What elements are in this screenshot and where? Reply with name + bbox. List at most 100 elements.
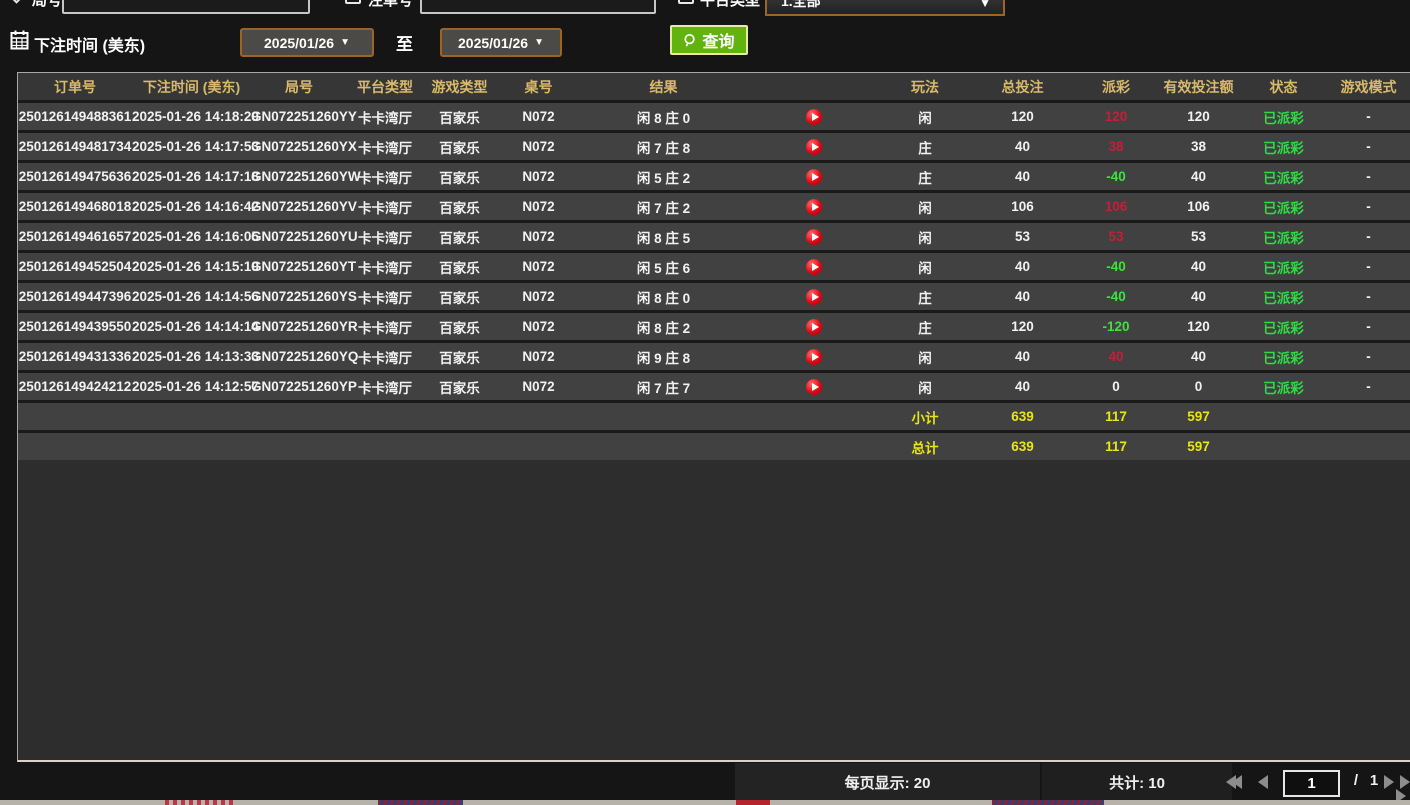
cell-table_no: N072 <box>496 349 581 364</box>
table-row: 2501261494473962025-01-26 14:14:56GN0722… <box>18 283 1410 310</box>
cell-game: 百家乐 <box>423 137 496 157</box>
play-video-icon[interactable] <box>746 108 881 124</box>
cell-valid: 38 <box>1156 139 1241 154</box>
cell-platform: 卡卡湾厅 <box>347 137 423 157</box>
cell-mode: - <box>1326 109 1410 124</box>
cell-time: 2025-01-26 14:14:56 <box>132 289 251 304</box>
cell-status: 已派彩 <box>1241 197 1326 217</box>
cell-mode: - <box>1326 319 1410 334</box>
cell-mode: - <box>1326 139 1410 154</box>
cell-result: 闲 8 庄 0 <box>581 287 746 307</box>
cell-result: 闲 8 庄 2 <box>581 317 746 337</box>
cell-total: 53 <box>969 229 1076 244</box>
cell-valid: 120 <box>1156 109 1241 124</box>
cell-round: GN072251260YX <box>251 139 347 154</box>
cell-round: GN072251260YQ <box>251 349 347 364</box>
cell-mode: - <box>1326 379 1410 394</box>
play-video-icon[interactable] <box>746 288 881 304</box>
cell-platform: 卡卡湾厅 <box>347 347 423 367</box>
table-row: 2501261494680182025-01-26 14:16:42GN0722… <box>18 193 1410 220</box>
cell-total: 40 <box>969 259 1076 274</box>
cell-table_no: N072 <box>496 229 581 244</box>
list-icon <box>678 0 694 4</box>
subtotal-row-payout: 117 <box>1076 409 1156 424</box>
cell-mode: - <box>1326 229 1410 244</box>
table-row: 2501261494525042025-01-26 14:15:19GN0722… <box>18 253 1410 280</box>
column-header: 有效投注额 <box>1156 77 1241 97</box>
cell-play: 闲 <box>881 257 969 277</box>
cell-round: GN072251260YV <box>251 199 347 214</box>
chevron-down-icon: ▼ <box>534 37 544 48</box>
cell-order: 250126149431336 <box>18 349 132 364</box>
cell-total: 120 <box>969 109 1076 124</box>
play-video-icon[interactable] <box>746 168 881 184</box>
cell-valid: 40 <box>1156 259 1241 274</box>
play-video-icon[interactable] <box>746 228 881 244</box>
prev-page-icon[interactable] <box>1258 775 1268 789</box>
play-video-icon[interactable] <box>746 318 881 334</box>
chevron-down-icon: ▼ <box>979 0 991 10</box>
cell-time: 2025-01-26 14:16:42 <box>132 199 251 214</box>
play-video-icon[interactable] <box>746 258 881 274</box>
cell-status: 已派彩 <box>1241 227 1326 247</box>
column-header: 结果 <box>581 77 746 97</box>
column-header: 总投注 <box>969 77 1076 97</box>
play-video-icon[interactable] <box>746 348 881 364</box>
table-row: 2501261494616572025-01-26 14:16:05GN0722… <box>18 223 1410 250</box>
table-body: 2501261494883612025-01-26 14:18:29GN0722… <box>18 103 1410 460</box>
cell-time: 2025-01-26 14:13:33 <box>132 349 251 364</box>
table-row: 2501261494756362025-01-26 14:17:18GN0722… <box>18 163 1410 190</box>
cell-play: 闲 <box>881 227 969 247</box>
round-number-input[interactable] <box>62 0 310 14</box>
first-page-icon[interactable] <box>1226 775 1242 789</box>
cell-result: 闲 9 庄 8 <box>581 347 746 367</box>
cell-payout: 0 <box>1076 379 1156 394</box>
column-header: 平台类型 <box>347 77 423 97</box>
list-icon <box>345 0 361 4</box>
cell-total: 40 <box>969 349 1076 364</box>
date-to-picker[interactable]: 2025/01/26 ▼ <box>440 28 562 57</box>
magnifier-icon <box>683 33 698 48</box>
search-button-label: 查询 <box>702 28 734 52</box>
cell-valid: 40 <box>1156 349 1241 364</box>
play-video-icon[interactable] <box>746 198 881 214</box>
date-from-picker[interactable]: 2025/01/26 ▼ <box>240 28 374 57</box>
cell-payout: -120 <box>1076 319 1156 334</box>
date-to-value: 2025/01/26 <box>458 35 528 51</box>
cell-time: 2025-01-26 14:12:57 <box>132 379 251 394</box>
cell-payout: 120 <box>1076 109 1156 124</box>
bet-history-window: 局号 注单号 平台类型 1.全部 ▼ 下注时间 (美东) 2025/01/26 … <box>0 0 1410 805</box>
bet-id-input[interactable] <box>420 0 656 14</box>
platform-type-select[interactable]: 1.全部 ▼ <box>765 0 1005 16</box>
next-page-icon[interactable] <box>1384 775 1394 789</box>
cell-time: 2025-01-26 14:16:05 <box>132 229 251 244</box>
grand-total-row-label: 总计 <box>881 437 969 457</box>
cell-platform: 卡卡湾厅 <box>347 107 423 127</box>
cell-status: 已派彩 <box>1241 347 1326 367</box>
chevron-down-icon: ▼ <box>340 37 350 48</box>
cell-round: GN072251260YT <box>251 259 347 274</box>
cell-valid: 53 <box>1156 229 1241 244</box>
background-edge-strip <box>0 800 1410 805</box>
table-header-row: 订单号下注时间 (美东)局号平台类型游戏类型桌号结果玩法总投注派彩有效投注额状态… <box>18 73 1410 100</box>
platform-type-value: 1.全部 <box>781 0 821 11</box>
subtotal-row: 小计639117597 <box>18 403 1410 430</box>
cell-valid: 40 <box>1156 169 1241 184</box>
column-header: 局号 <box>251 77 347 97</box>
per-page-text: 每页显示: 20 <box>735 772 1040 793</box>
cell-status: 已派彩 <box>1241 167 1326 187</box>
round-number-label: 局号 <box>32 0 62 10</box>
current-page-input[interactable] <box>1283 770 1340 797</box>
cell-status: 已派彩 <box>1241 257 1326 277</box>
search-button[interactable]: 查询 <box>670 25 748 55</box>
cell-mode: - <box>1326 349 1410 364</box>
column-header: 桌号 <box>496 77 581 97</box>
play-video-icon[interactable] <box>746 138 881 154</box>
cell-game: 百家乐 <box>423 197 496 217</box>
cell-game: 百家乐 <box>423 317 496 337</box>
last-page-icon[interactable] <box>1400 775 1410 803</box>
cell-mode: - <box>1326 199 1410 214</box>
cell-order: 250126149461657 <box>18 229 132 244</box>
play-video-icon[interactable] <box>746 378 881 394</box>
cell-play: 庄 <box>881 287 969 307</box>
